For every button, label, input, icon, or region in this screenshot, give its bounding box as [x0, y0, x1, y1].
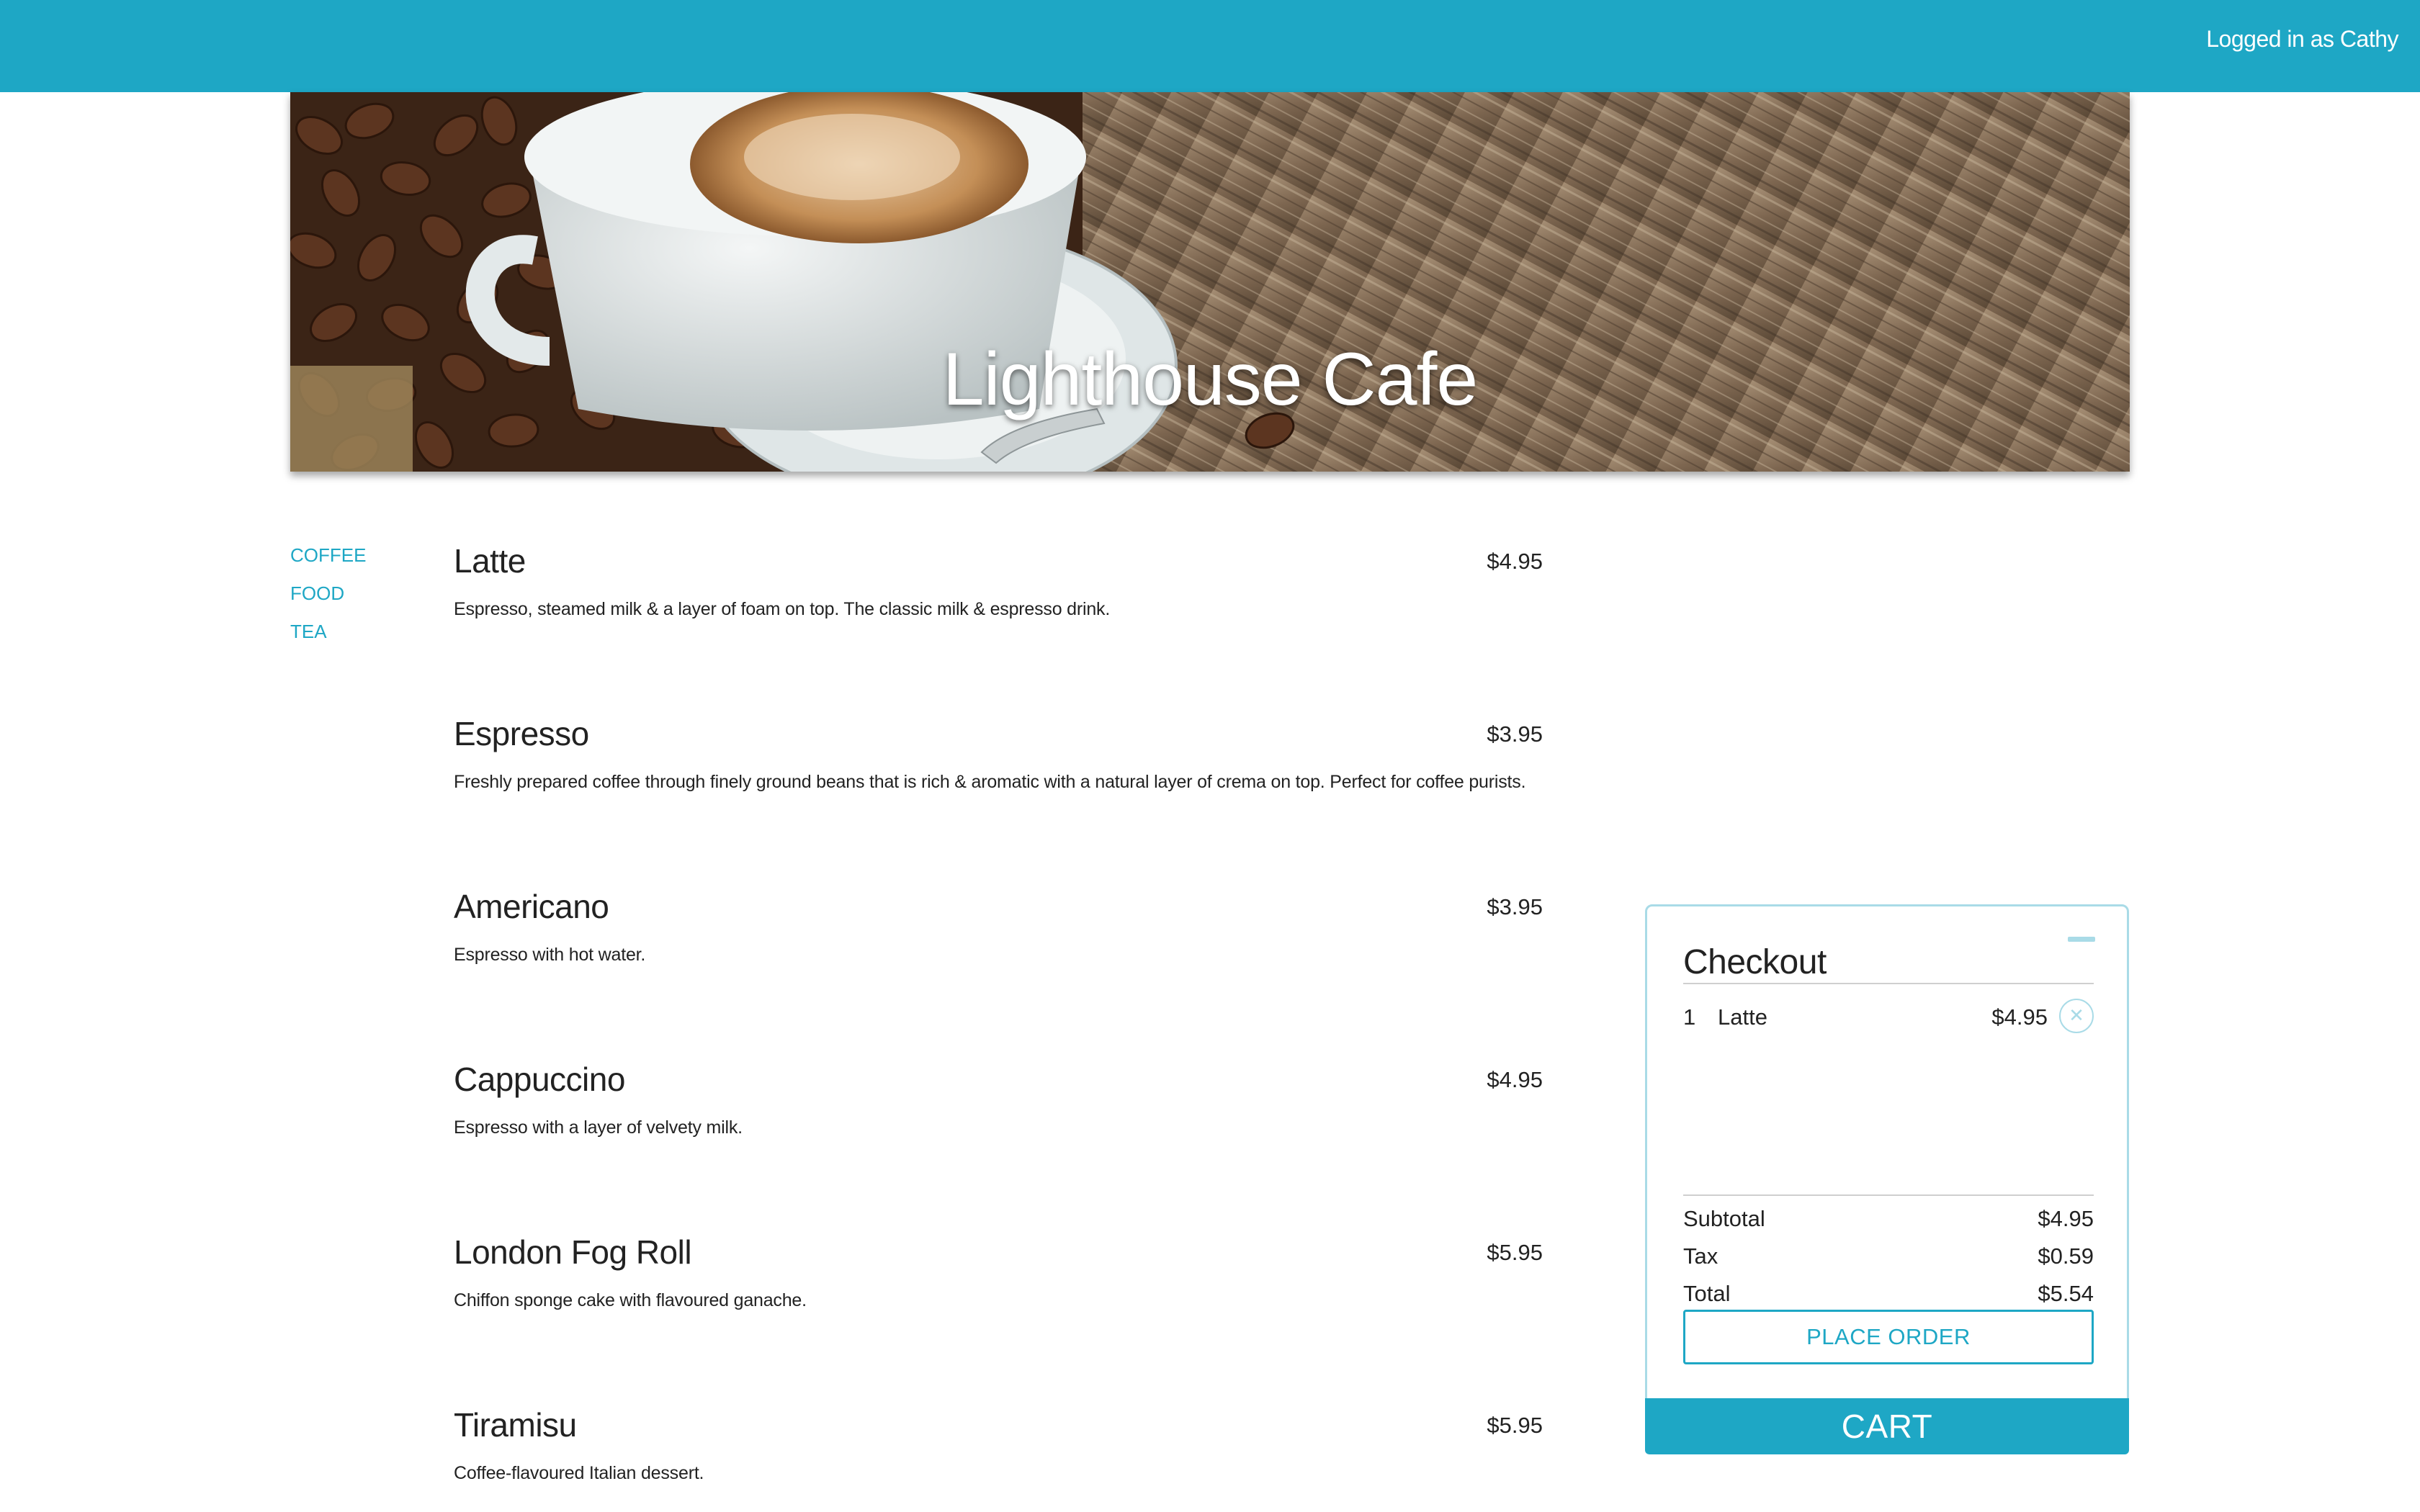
total-label: Total: [1683, 1281, 1731, 1306]
menu-item-price: $5.95: [1487, 1413, 1543, 1438]
total-row: Total $5.54: [1683, 1281, 2094, 1310]
menu-item-price: $4.95: [1487, 1067, 1543, 1092]
subtotal-value: $4.95: [2038, 1206, 2094, 1231]
category-tea[interactable]: TEA: [290, 621, 366, 643]
menu-list: Latte $4.95 Espresso, steamed milk & a l…: [454, 541, 1543, 1512]
menu-item-name: Cappuccino: [454, 1061, 625, 1098]
menu-item-name: London Fog Roll: [454, 1233, 692, 1271]
menu-item[interactable]: Espresso $3.95 Freshly prepared coffee t…: [454, 714, 1543, 887]
menu-item-price: $4.95: [1487, 549, 1543, 574]
tax-row: Tax $0.59: [1683, 1243, 2094, 1272]
menu-item-description: Chiffon sponge cake with flavoured ganac…: [454, 1290, 807, 1310]
close-icon[interactable]: ✕: [2059, 999, 2094, 1033]
menu-item-description: Espresso with a layer of velvety milk.: [454, 1117, 743, 1138]
category-food[interactable]: FOOD: [290, 582, 366, 605]
minimize-icon[interactable]: [2068, 937, 2095, 942]
menu-item-description: Freshly prepared coffee through finely g…: [454, 772, 1526, 792]
menu-item-description: Coffee-flavoured Italian dessert.: [454, 1463, 704, 1483]
menu-item-name: Espresso: [454, 715, 589, 752]
cart-item-name: Latte: [1718, 1004, 1767, 1030]
menu-item-name: Americano: [454, 888, 609, 925]
subtotal-row: Subtotal $4.95: [1683, 1206, 2094, 1235]
cart-item-quantity: 1: [1683, 1004, 1696, 1030]
login-status: Logged in as Cathy: [2206, 26, 2398, 52]
total-value: $5.54: [2038, 1281, 2094, 1306]
menu-item[interactable]: Latte $4.95 Espresso, steamed milk & a l…: [454, 541, 1543, 714]
cafe-title: Lighthouse Cafe: [942, 338, 1478, 421]
tax-label: Tax: [1683, 1243, 1718, 1269]
subtotal-label: Subtotal: [1683, 1206, 1765, 1231]
hero-banner: Lighthouse Cafe: [290, 92, 2130, 472]
divider: [1683, 1194, 2094, 1196]
cart-item-price: $4.95: [1991, 1004, 2048, 1030]
menu-item-description: Espresso, steamed milk & a layer of foam…: [454, 599, 1111, 619]
menu-item-description: Espresso with hot water.: [454, 945, 646, 965]
menu-item[interactable]: Cappuccino $4.95 Espresso with a layer o…: [454, 1060, 1543, 1233]
cart-button[interactable]: CART: [1645, 1398, 2129, 1454]
menu-item-name: Tiramisu: [454, 1406, 577, 1444]
checkout-panel: Checkout 1 Latte $4.95 ✕ Subtotal $4.95 …: [1645, 904, 2129, 1454]
top-bar: Logged in as Cathy: [0, 0, 2420, 92]
menu-item[interactable]: Tiramisu $5.95 Coffee-flavoured Italian …: [454, 1405, 1543, 1512]
checkout-title: Checkout: [1683, 943, 1827, 981]
category-coffee[interactable]: COFFEE: [290, 544, 366, 567]
menu-item-price: $3.95: [1487, 721, 1543, 747]
menu-item-price: $5.95: [1487, 1240, 1543, 1265]
menu-item-name: Latte: [454, 542, 526, 580]
divider: [1683, 983, 2094, 984]
category-nav: COFFEE FOOD TEA: [290, 544, 366, 659]
menu-item[interactable]: London Fog Roll $5.95 Chiffon sponge cak…: [454, 1233, 1543, 1405]
place-order-button[interactable]: PLACE ORDER: [1683, 1310, 2094, 1364]
menu-item[interactable]: Americano $3.95 Espresso with hot water.: [454, 887, 1543, 1060]
menu-item-price: $3.95: [1487, 894, 1543, 919]
tax-value: $0.59: [2038, 1243, 2094, 1269]
cart-line-item: 1 Latte $4.95 ✕: [1683, 999, 2094, 1033]
